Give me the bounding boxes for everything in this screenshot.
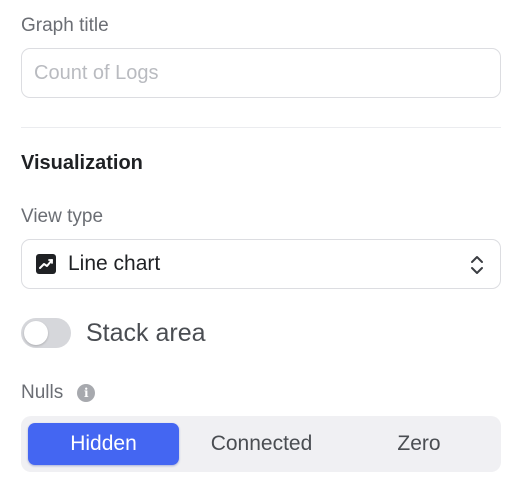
stack-area-row: Stack area (21, 318, 206, 348)
nulls-segmented-control: Hidden Connected Zero (21, 416, 501, 472)
view-type-value: Line chart (68, 252, 161, 275)
chevron-up-down-icon (470, 254, 484, 276)
nulls-label: Nulls (21, 382, 64, 403)
view-type-select[interactable]: Line chart (21, 239, 501, 289)
view-type-label: View type (21, 206, 104, 227)
nulls-row: Nulls i (21, 382, 96, 404)
line-chart-icon (36, 254, 56, 274)
nulls-option-zero[interactable]: Zero (344, 423, 494, 465)
graph-title-input[interactable] (21, 48, 501, 98)
stack-area-toggle[interactable] (21, 318, 71, 348)
visualization-heading: Visualization (21, 152, 143, 174)
section-divider (21, 127, 501, 128)
toggle-knob (24, 321, 48, 345)
nulls-option-connected[interactable]: Connected (179, 423, 344, 465)
info-icon[interactable]: i (77, 384, 96, 402)
graph-title-label: Graph title (21, 15, 109, 36)
stack-area-label: Stack area (86, 318, 206, 347)
graph-settings-panel: Graph title Visualization View type Line… (0, 0, 520, 492)
nulls-option-hidden[interactable]: Hidden (28, 423, 179, 465)
